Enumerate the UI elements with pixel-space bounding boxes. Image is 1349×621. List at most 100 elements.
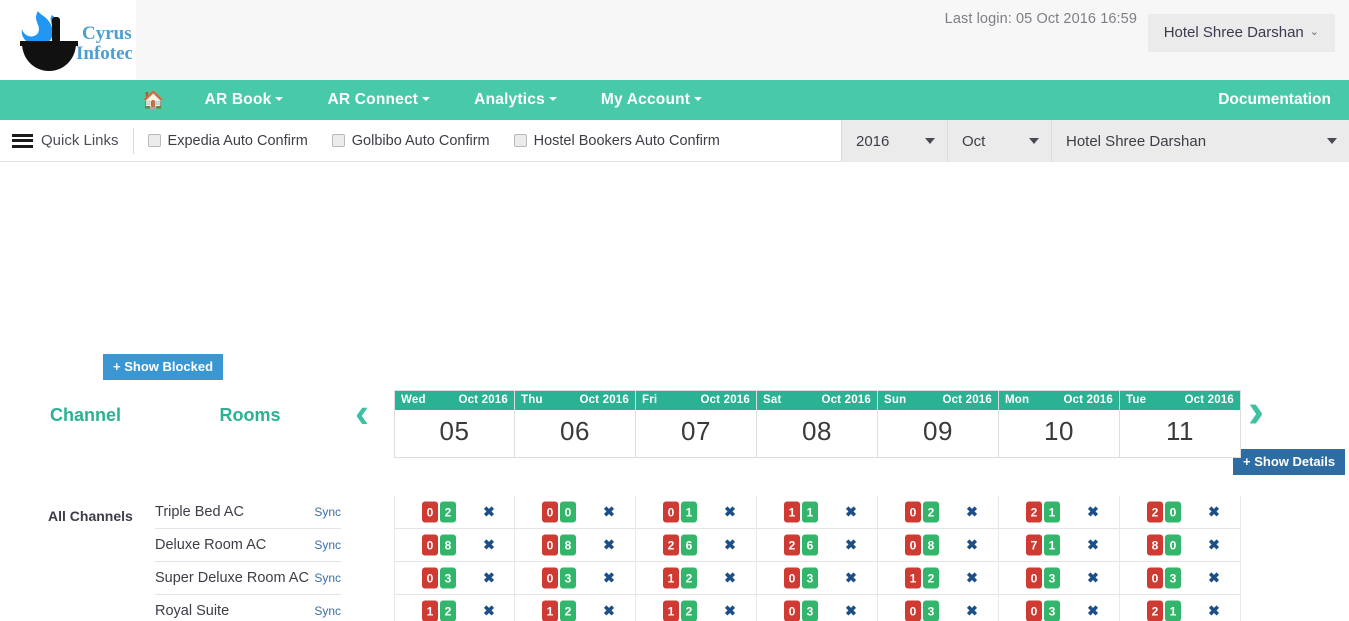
booked-count-badge[interactable]: 2 — [1026, 501, 1042, 523]
availability-cell[interactable]: 1 2 ✖ — [394, 595, 515, 621]
availability-cell[interactable]: 0 8 ✖ — [394, 529, 515, 562]
booked-count-badge[interactable]: 1 — [663, 567, 679, 589]
available-count-badge[interactable]: 2 — [560, 600, 576, 621]
booked-count-badge[interactable]: 2 — [1147, 501, 1163, 523]
available-count-badge[interactable]: 1 — [681, 501, 697, 523]
quick-links-group[interactable]: Quick Links — [0, 132, 119, 149]
booked-count-badge[interactable]: 0 — [784, 567, 800, 589]
close-icon[interactable]: ✖ — [483, 603, 495, 620]
close-icon[interactable]: ✖ — [845, 603, 857, 620]
booked-count-badge[interactable]: 8 — [1147, 534, 1163, 556]
available-count-badge[interactable]: 0 — [560, 501, 576, 523]
available-count-badge[interactable]: 8 — [440, 534, 456, 556]
available-count-badge[interactable]: 3 — [560, 567, 576, 589]
available-count-badge[interactable]: 3 — [923, 600, 939, 621]
booked-count-badge[interactable]: 1 — [784, 501, 800, 523]
available-count-badge[interactable]: 1 — [1165, 600, 1181, 621]
available-count-badge[interactable]: 3 — [440, 567, 456, 589]
close-icon[interactable]: ✖ — [845, 504, 857, 521]
close-icon[interactable]: ✖ — [1208, 603, 1220, 620]
availability-cell[interactable]: 0 0 ✖ — [515, 496, 636, 529]
close-icon[interactable]: ✖ — [483, 504, 495, 521]
availability-cell[interactable]: 0 3 ✖ — [1120, 562, 1241, 595]
available-count-badge[interactable]: 2 — [440, 600, 456, 621]
close-icon[interactable]: ✖ — [1208, 537, 1220, 554]
close-icon[interactable]: ✖ — [603, 537, 615, 554]
close-icon[interactable]: ✖ — [1087, 504, 1099, 521]
close-icon[interactable]: ✖ — [1208, 570, 1220, 587]
sync-link[interactable]: Sync — [314, 505, 341, 519]
availability-cell[interactable]: 0 3 ✖ — [515, 562, 636, 595]
booked-count-badge[interactable]: 0 — [784, 600, 800, 621]
available-count-badge[interactable]: 8 — [923, 534, 939, 556]
show-blocked-button[interactable]: + Show Blocked — [103, 354, 224, 380]
available-count-badge[interactable]: 6 — [802, 534, 818, 556]
availability-cell[interactable]: 0 3 ✖ — [757, 562, 878, 595]
close-icon[interactable]: ✖ — [724, 504, 736, 521]
year-select[interactable]: 2016 — [841, 120, 947, 162]
close-icon[interactable]: ✖ — [1087, 570, 1099, 587]
availability-cell[interactable]: 0 1 ✖ — [636, 496, 757, 529]
nav-home[interactable]: 🏠 — [0, 80, 183, 120]
close-icon[interactable]: ✖ — [603, 504, 615, 521]
close-icon[interactable]: ✖ — [845, 537, 857, 554]
close-icon[interactable]: ✖ — [1087, 537, 1099, 554]
available-count-badge[interactable]: 2 — [681, 600, 697, 621]
availability-cell[interactable]: 0 2 ✖ — [878, 496, 999, 529]
booked-count-badge[interactable]: 0 — [422, 534, 438, 556]
checkbox-golbibo-auto-confirm[interactable]: Golbibo Auto Confirm — [331, 133, 490, 149]
booked-count-badge[interactable]: 0 — [542, 534, 558, 556]
booked-count-badge[interactable]: 7 — [1026, 534, 1042, 556]
sync-link[interactable]: Sync — [314, 571, 341, 585]
available-count-badge[interactable]: 3 — [1165, 567, 1181, 589]
close-icon[interactable]: ✖ — [603, 570, 615, 587]
nav-analytics[interactable]: Analytics — [452, 80, 579, 120]
available-count-badge[interactable]: 1 — [1044, 534, 1060, 556]
close-icon[interactable]: ✖ — [845, 570, 857, 587]
close-icon[interactable]: ✖ — [724, 537, 736, 554]
close-icon[interactable]: ✖ — [603, 603, 615, 620]
availability-cell[interactable]: 0 2 ✖ — [394, 496, 515, 529]
close-icon[interactable]: ✖ — [966, 570, 978, 587]
available-count-badge[interactable]: 6 — [681, 534, 697, 556]
booked-count-badge[interactable]: 0 — [905, 600, 921, 621]
available-count-badge[interactable]: 1 — [1044, 501, 1060, 523]
available-count-badge[interactable]: 2 — [923, 501, 939, 523]
availability-cell[interactable]: 1 1 ✖ — [757, 496, 878, 529]
availability-cell[interactable]: 0 3 ✖ — [878, 595, 999, 621]
close-icon[interactable]: ✖ — [724, 570, 736, 587]
available-count-badge[interactable]: 8 — [560, 534, 576, 556]
booked-count-badge[interactable]: 2 — [784, 534, 800, 556]
availability-cell[interactable]: 2 6 ✖ — [757, 529, 878, 562]
booked-count-badge[interactable]: 1 — [905, 567, 921, 589]
checkbox-hostel-bookers-auto-confirm[interactable]: Hostel Bookers Auto Confirm — [513, 133, 720, 149]
close-icon[interactable]: ✖ — [966, 603, 978, 620]
booked-count-badge[interactable]: 0 — [542, 501, 558, 523]
availability-cell[interactable]: 1 2 ✖ — [636, 562, 757, 595]
booked-count-badge[interactable]: 1 — [663, 600, 679, 621]
availability-cell[interactable]: 2 0 ✖ — [1120, 496, 1241, 529]
close-icon[interactable]: ✖ — [483, 537, 495, 554]
nav-my-account[interactable]: My Account — [579, 80, 724, 120]
available-count-badge[interactable]: 3 — [1044, 567, 1060, 589]
available-count-badge[interactable]: 2 — [440, 501, 456, 523]
hotel-select[interactable]: Hotel Shree Darshan — [1051, 120, 1349, 162]
nav-ar-book[interactable]: AR Book — [183, 80, 306, 120]
booked-count-badge[interactable]: 2 — [1147, 600, 1163, 621]
logo[interactable]: Cyrus Infotech — [0, 0, 136, 80]
available-count-badge[interactable]: 3 — [1044, 600, 1060, 621]
prev-week-arrow-icon[interactable]: ‹ — [355, 392, 369, 434]
availability-cell[interactable]: 0 3 ✖ — [999, 562, 1120, 595]
booked-count-badge[interactable]: 0 — [422, 567, 438, 589]
availability-cell[interactable]: 0 3 ✖ — [394, 562, 515, 595]
close-icon[interactable]: ✖ — [483, 570, 495, 587]
booked-count-badge[interactable]: 0 — [905, 501, 921, 523]
checkbox-box-icon[interactable] — [147, 134, 161, 147]
availability-cell[interactable]: 8 0 ✖ — [1120, 529, 1241, 562]
availability-cell[interactable]: 2 1 ✖ — [1120, 595, 1241, 621]
booked-count-badge[interactable]: 2 — [663, 534, 679, 556]
available-count-badge[interactable]: 2 — [923, 567, 939, 589]
close-icon[interactable]: ✖ — [1208, 504, 1220, 521]
availability-cell[interactable]: 7 1 ✖ — [999, 529, 1120, 562]
booked-count-badge[interactable]: 0 — [542, 567, 558, 589]
